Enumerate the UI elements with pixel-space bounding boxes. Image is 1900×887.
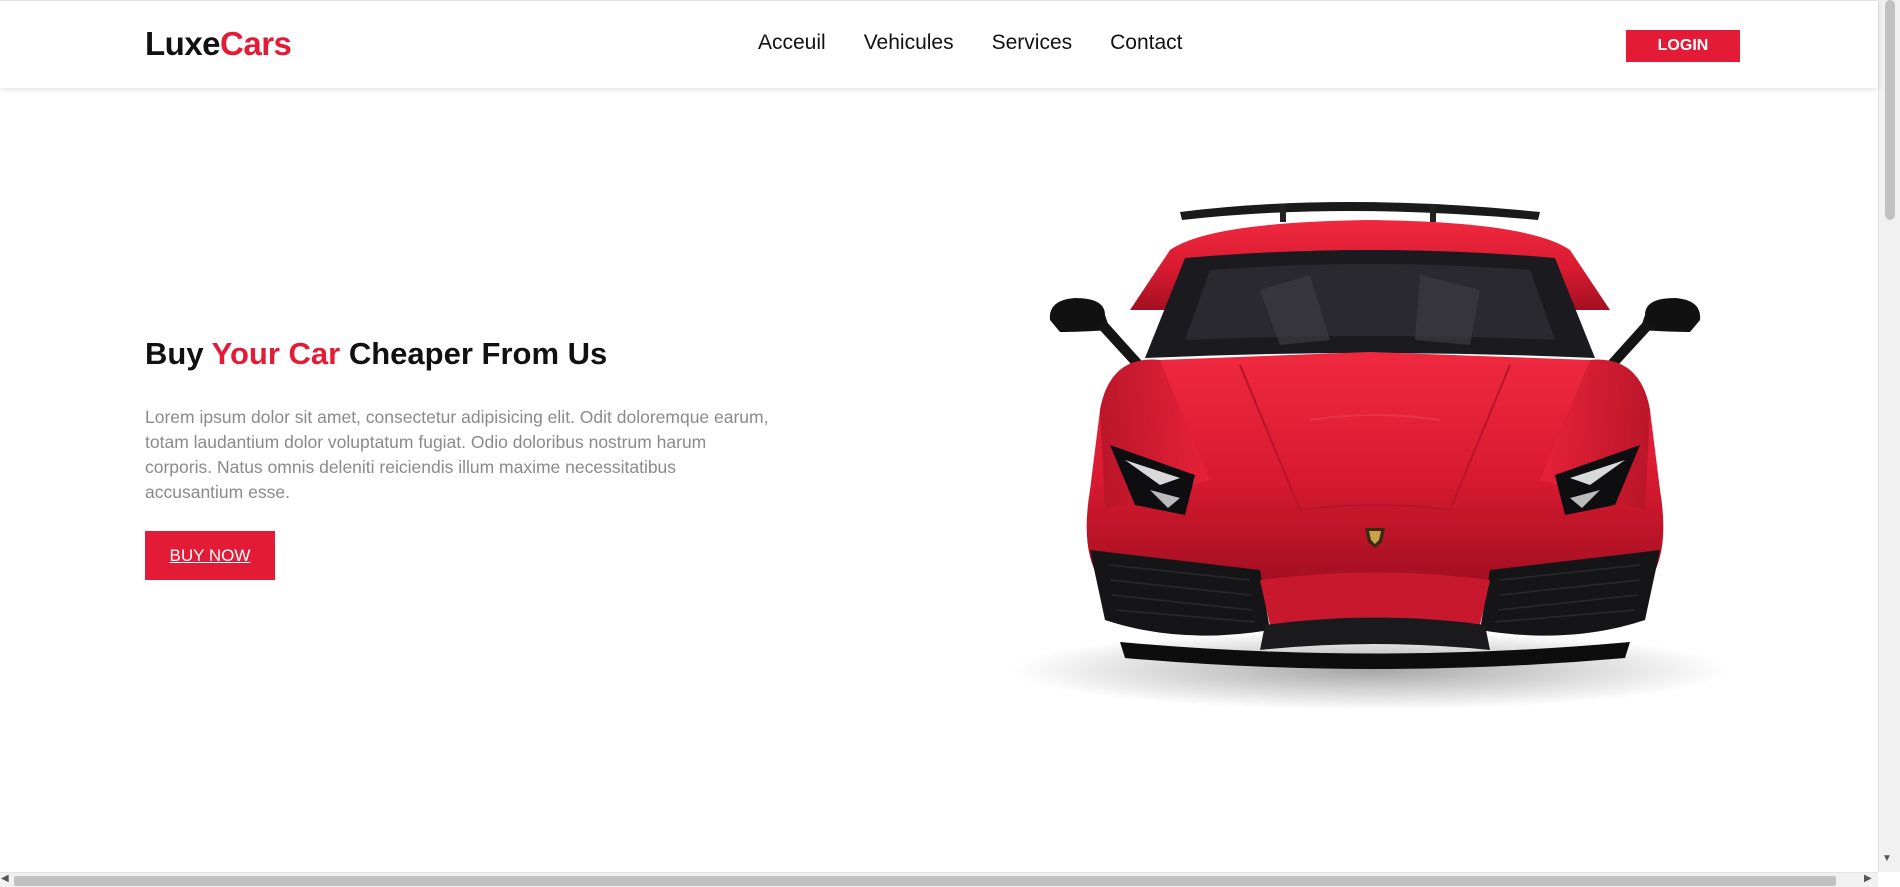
buy-now-button[interactable]: BUY NOW [145, 531, 275, 580]
nav-item-vehicules: Vehicules [864, 31, 954, 55]
logo-part-luxe: Luxe [145, 25, 221, 62]
hero-car-image [1010, 180, 1740, 720]
nav-item-acceuil: Acceuil [758, 31, 826, 55]
hero-title: Buy Your Car Cheaper From Us [145, 336, 607, 372]
horizontal-scrollbar-thumb[interactable] [14, 876, 1836, 886]
logo-part-cars: Cars [220, 25, 292, 62]
nav-link-vehicules[interactable]: Vehicules [864, 31, 954, 54]
car-illustration [1010, 202, 1730, 710]
nav-item-services: Services [992, 31, 1073, 55]
hero-title-accent: Your Car [211, 336, 341, 371]
nav-link-acceuil[interactable]: Acceuil [758, 31, 826, 54]
scroll-right-arrow-icon[interactable]: ▶ [1864, 873, 1872, 884]
login-button[interactable]: LOGIN [1626, 30, 1740, 62]
navbar: LuxeCars Acceuil Vehicules Services Cont… [0, 0, 1878, 88]
nav-menu: Acceuil Vehicules Services Contact [758, 31, 1183, 55]
horizontal-scrollbar[interactable]: ◀ ▶ [0, 872, 1878, 887]
vertical-scrollbar[interactable] [1878, 0, 1900, 872]
logo[interactable]: LuxeCars [145, 25, 292, 63]
vertical-scrollbar-thumb[interactable] [1885, 0, 1895, 220]
scroll-left-arrow-icon[interactable]: ◀ [1, 873, 9, 884]
nav-link-services[interactable]: Services [992, 31, 1073, 54]
hero-description: Lorem ipsum dolor sit amet, consectetur … [145, 407, 769, 502]
hero-title-start: Buy [145, 336, 212, 371]
hero-title-end: Cheaper From Us [340, 336, 608, 371]
nav-link-contact[interactable]: Contact [1110, 31, 1182, 54]
scroll-down-arrow-icon[interactable]: ▼ [1882, 853, 1892, 864]
nav-item-contact: Contact [1110, 31, 1182, 55]
